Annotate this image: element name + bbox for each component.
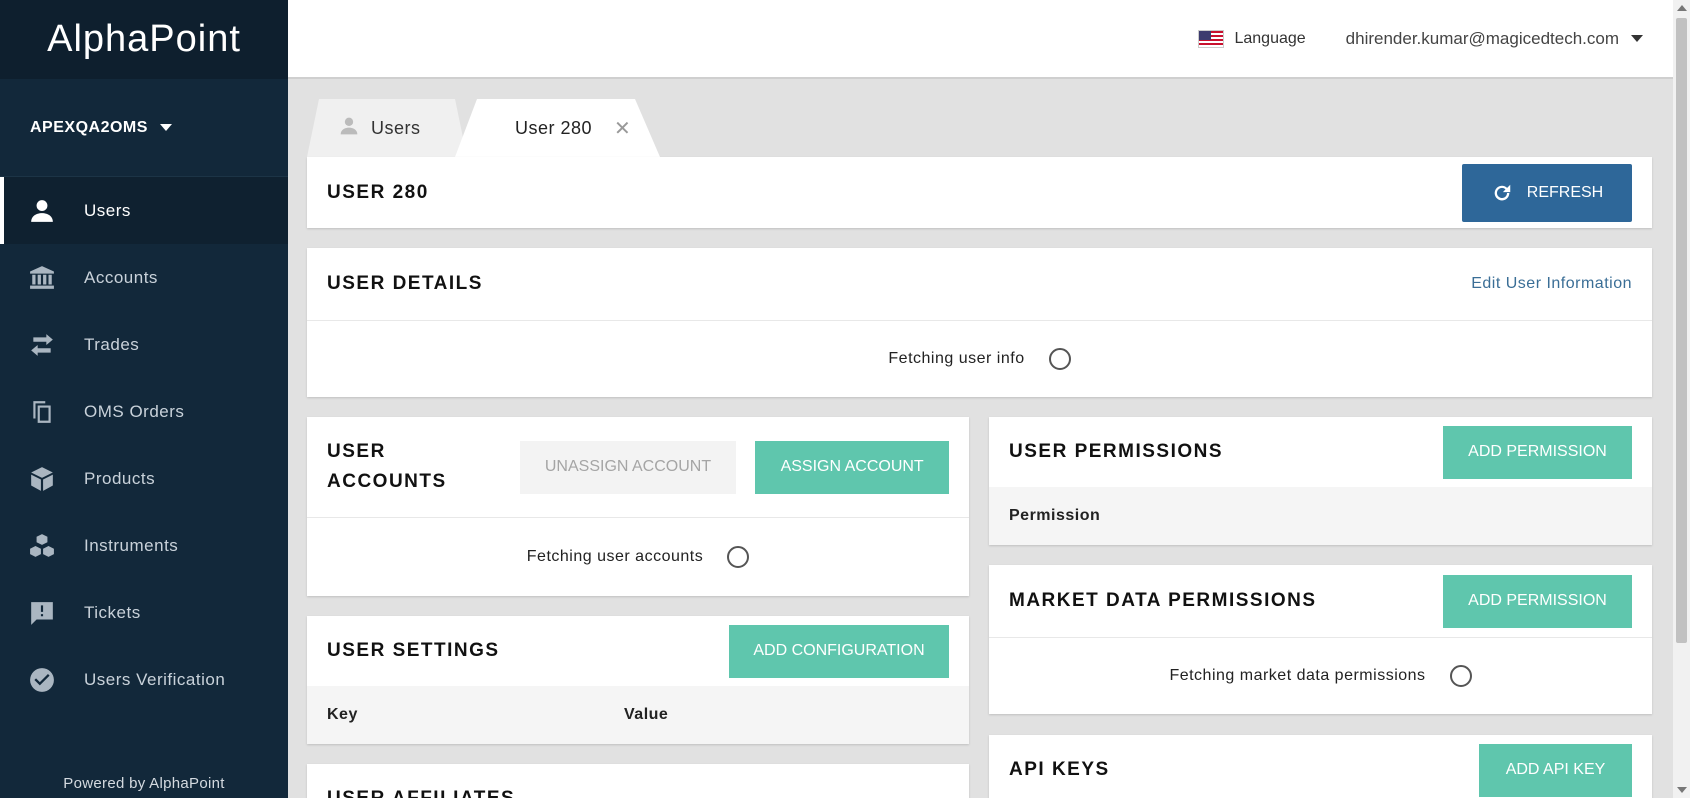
sidebar-item-instruments[interactable]: Instruments (0, 512, 288, 579)
chevron-down-icon (1631, 35, 1643, 42)
sidebar-item-users[interactable]: Users (0, 177, 288, 244)
column-header-permission: Permission (1009, 507, 1101, 524)
tab-users[interactable]: Users (307, 99, 467, 157)
sidebar-item-accounts[interactable]: Accounts (0, 244, 288, 311)
scrollbar[interactable] (1673, 0, 1690, 798)
user-affiliates-panel: USER AFFILIATES (307, 764, 969, 798)
fetching-label: Fetching market data permissions (1169, 667, 1426, 684)
assign-account-button[interactable]: ASSIGN ACCOUNT (755, 440, 949, 494)
close-icon[interactable]: ✕ (614, 116, 631, 141)
refresh-button[interactable]: REFRESH (1462, 163, 1632, 222)
oms-selector[interactable]: APEXQA2OMS (0, 79, 288, 177)
settings-table-header: Key Value (307, 686, 969, 744)
sidebar-item-users-verification[interactable]: Users Verification (0, 646, 288, 713)
user-settings-title: USER SETTINGS (327, 640, 500, 661)
user-accounts-title: USER ACCOUNTS (327, 437, 516, 497)
language-label: Language (1234, 29, 1306, 47)
app-logo[interactable]: AlphaPoint (0, 0, 288, 79)
title-line: ACCOUNTS (327, 471, 447, 492)
user-details-title: USER DETAILS (327, 273, 483, 294)
tab-bar: Users User 280 ✕ (307, 99, 660, 157)
user-details-panel: USER DETAILS Edit User Information Fetch… (307, 248, 1652, 397)
loading-spinner-icon (727, 546, 750, 568)
add-market-data-permission-button[interactable]: ADD PERMISSION (1443, 574, 1632, 628)
sidebar-item-trades[interactable]: Trades (0, 311, 288, 378)
sidebar-item-label: Products (84, 468, 156, 488)
permissions-table-header: Permission (989, 487, 1652, 545)
tab-user-280[interactable]: User 280 ✕ (455, 99, 660, 157)
page-title: USER 280 (327, 181, 429, 203)
sidebar-item-label: Accounts (84, 267, 158, 287)
api-keys-title: API KEYS (1009, 759, 1110, 780)
unassign-account-button[interactable]: UNASSIGN ACCOUNT (519, 440, 737, 494)
oms-name: APEXQA2OMS (30, 118, 148, 136)
sidebar-item-label: Tickets (84, 602, 141, 622)
user-permissions-panel: USER PERMISSIONS ADD PERMISSION Permissi… (989, 417, 1652, 545)
sidebar-item-tickets[interactable]: Tickets (0, 579, 288, 646)
scroll-up-arrow-icon[interactable] (1677, 5, 1687, 11)
sidebar: AlphaPoint APEXQA2OMS Users Accounts Tra… (0, 0, 288, 798)
sidebar-item-label: Instruments (84, 535, 179, 555)
fetching-label: Fetching user info (888, 350, 1025, 367)
scroll-down-arrow-icon[interactable] (1677, 787, 1687, 793)
market-data-permissions-panel: MARKET DATA PERMISSIONS ADD PERMISSION F… (989, 565, 1652, 714)
tab-label: Users (371, 117, 421, 138)
fetching-label: Fetching user accounts (526, 548, 704, 565)
fetching-user-info: Fetching user info (307, 321, 1652, 397)
user-header-panel: USER 280 REFRESH (307, 157, 1652, 228)
user-settings-panel: USER SETTINGS ADD CONFIGURATION Key Valu… (307, 616, 969, 744)
sidebar-item-products[interactable]: Products (0, 445, 288, 512)
us-flag-icon (1198, 29, 1225, 48)
add-permission-button[interactable]: ADD PERMISSION (1443, 425, 1632, 479)
user-menu[interactable]: dhirender.kumar@magicedtech.com (1346, 29, 1643, 49)
sidebar-item-label: Trades (84, 334, 140, 354)
bank-icon (28, 264, 56, 292)
refresh-icon (1494, 184, 1511, 200)
user-accounts-panel: USER ACCOUNTS UNASSIGN ACCOUNT ASSIGN AC… (307, 417, 969, 596)
column-header-key: Key (327, 706, 358, 723)
loading-spinner-icon (1449, 665, 1472, 687)
chat-alert-icon (28, 599, 56, 627)
add-configuration-button[interactable]: ADD CONFIGURATION (729, 624, 949, 678)
cube-icon (28, 465, 56, 493)
chevron-down-icon (159, 124, 172, 131)
sidebar-item-label: OMS Orders (84, 401, 185, 421)
column-header-value: Value (624, 706, 669, 723)
cubes-icon (28, 532, 56, 560)
copy-icon (28, 398, 56, 426)
api-keys-panel: API KEYS ADD API KEY (989, 735, 1652, 798)
user-permissions-title: USER PERMISSIONS (1009, 441, 1224, 462)
fetching-user-accounts: Fetching user accounts (307, 518, 969, 596)
powered-by: Powered by AlphaPoint (63, 775, 225, 792)
add-api-key-button[interactable]: ADD API KEY (1479, 743, 1632, 797)
top-bar: Language dhirender.kumar@magicedtech.com (288, 0, 1673, 79)
swap-arrows-icon (28, 331, 56, 359)
loading-spinner-icon (1048, 348, 1071, 370)
sidebar-item-oms-orders[interactable]: OMS Orders (0, 378, 288, 445)
user-icon (339, 116, 371, 141)
sidebar-item-label: Users Verification (84, 669, 226, 689)
refresh-label: REFRESH (1526, 183, 1604, 201)
fetching-market-data-permissions: Fetching market data permissions (989, 638, 1652, 714)
title-line: USER (327, 441, 386, 462)
sidebar-item-label: Users (84, 200, 131, 220)
language-selector[interactable]: Language (1198, 29, 1306, 48)
user-email: dhirender.kumar@magicedtech.com (1345, 28, 1619, 48)
edit-user-info-link[interactable]: Edit User Information (1471, 275, 1632, 293)
check-circle-icon (28, 666, 56, 694)
user-icon (28, 197, 56, 225)
market-data-permissions-title: MARKET DATA PERMISSIONS (1009, 590, 1317, 611)
tab-label: User 280 (515, 117, 593, 138)
user-affiliates-title: USER AFFILIATES (327, 788, 515, 798)
scroll-thumb[interactable] (1676, 18, 1687, 643)
